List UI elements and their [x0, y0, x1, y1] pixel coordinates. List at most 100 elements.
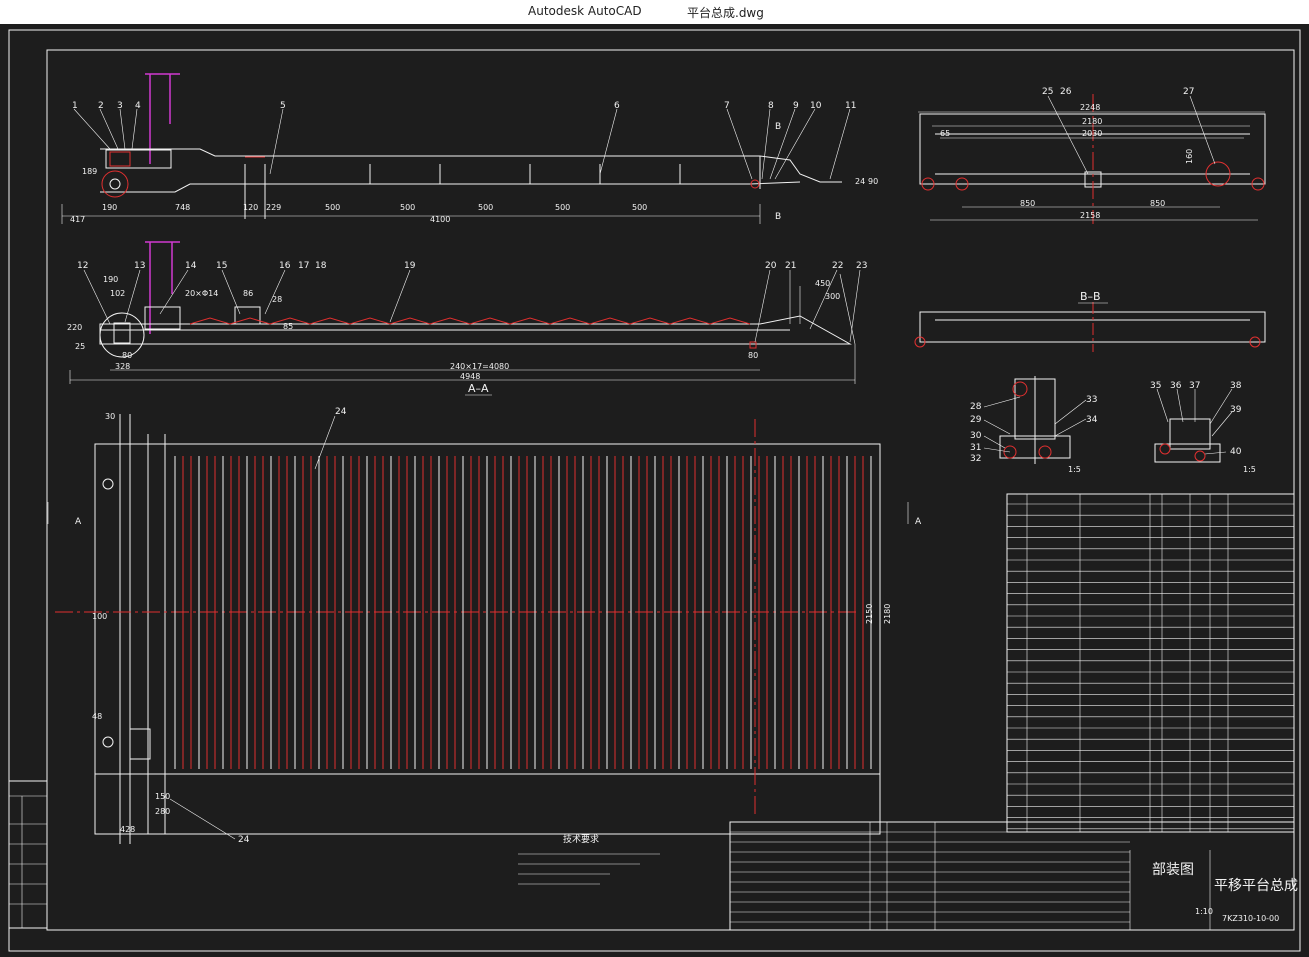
leader-30: 30 — [970, 431, 982, 441]
leader-37: 37 — [1189, 381, 1200, 391]
dim-190: 190 — [102, 203, 117, 212]
drawing-svg: 417 190 748 120 229 500 500 500 500 500 … — [8, 29, 1301, 952]
dim-80-right: 80 — [748, 351, 758, 360]
detail-scale-2: 1:5 — [1243, 465, 1256, 474]
dim-30: 30 — [105, 412, 115, 421]
dim-500-d: 500 — [555, 203, 570, 212]
dim-748: 748 — [175, 203, 190, 212]
leader-10: 10 — [810, 101, 822, 111]
dim-2180-side: 2180 — [1082, 117, 1102, 126]
leader-33: 33 — [1086, 395, 1097, 405]
leader-31: 31 — [970, 443, 981, 453]
section-mark-a-left: A — [75, 517, 82, 527]
leader-26: 26 — [1060, 87, 1072, 97]
section-mark-a-right: A — [915, 517, 922, 527]
section-mark-b-bottom: B — [775, 212, 781, 222]
dim-850-left: 850 — [1020, 199, 1035, 208]
leader-29: 29 — [970, 415, 982, 425]
section-aa-view: 190 102 20×Φ14 86 28 85 220 25 80 328 24… — [67, 241, 867, 396]
assembly-name: 平移平台总成 — [1214, 878, 1298, 894]
leader-7: 7 — [724, 101, 730, 111]
dim-2158: 2158 — [1080, 211, 1100, 220]
leader-19: 19 — [404, 261, 416, 271]
dim-4100: 4100 — [430, 215, 450, 224]
dim-240x17: 240×17=4080 — [450, 362, 509, 371]
dim-4948: 4948 — [460, 372, 480, 381]
dim-500-a: 500 — [325, 203, 340, 212]
dim-90: 90 — [868, 177, 878, 186]
dim-150: 150 — [155, 792, 170, 801]
detail-views: 28 29 30 31 32 33 34 35 36 37 38 39 40 1… — [970, 376, 1256, 474]
dim-48: 48 — [92, 712, 102, 721]
dim-65: 65 — [940, 129, 950, 138]
dim-102: 102 — [110, 289, 125, 298]
leader-5: 5 — [280, 101, 286, 111]
leader-27: 27 — [1183, 87, 1194, 97]
dim-2150: 2150 — [865, 604, 874, 624]
leader-21: 21 — [785, 261, 796, 271]
leader-28: 28 — [970, 402, 982, 412]
leader-40: 40 — [1230, 447, 1242, 457]
dim-2248: 2248 — [1080, 103, 1100, 112]
leader-34: 34 — [1086, 415, 1098, 425]
document-title: 平台总成.dwg — [687, 6, 764, 20]
leader-23: 23 — [856, 261, 867, 271]
title-block: 部装图 平移平台总成 7KZ310-10-00 1:10 — [729, 821, 1298, 931]
leader-35: 35 — [1150, 381, 1161, 391]
leader-36: 36 — [1170, 381, 1182, 391]
drawing-scale: 1:10 — [1195, 907, 1213, 916]
dim-280: 280 — [155, 807, 170, 816]
window-title-bar: Autodesk AutoCAD 平台总成.dwg — [0, 0, 1309, 25]
plan-view: A A 30 100 48 150 280 428 2150 2180 24 2… — [47, 407, 922, 845]
dim-28: 28 — [272, 295, 282, 304]
dim-500-e: 500 — [632, 203, 647, 212]
app-title: Autodesk AutoCAD — [528, 4, 642, 18]
drawing-canvas[interactable]: 417 190 748 120 229 500 500 500 500 500 … — [0, 24, 1309, 957]
leader-1: 1 — [72, 101, 78, 111]
leader-3: 3 — [117, 101, 123, 111]
sheet-name: 部装图 — [1152, 862, 1194, 878]
technical-requirements: 技术要求 — [518, 833, 660, 885]
leader-8: 8 — [768, 101, 774, 111]
leader-16: 16 — [279, 261, 291, 271]
leader-25: 25 — [1042, 87, 1053, 97]
dim-328: 328 — [115, 362, 130, 371]
dim-500-b: 500 — [400, 203, 415, 212]
top-elevation-view: 417 190 748 120 229 500 500 500 500 500 … — [61, 73, 878, 224]
parts-list-table — [1006, 493, 1295, 833]
leader-11: 11 — [845, 101, 856, 111]
dim-holes: 20×Φ14 — [185, 289, 218, 298]
leader-9: 9 — [793, 101, 799, 111]
dim-417: 417 — [70, 215, 85, 224]
dim-450: 450 — [815, 279, 830, 288]
revision-box — [8, 780, 48, 929]
leader-17: 17 — [298, 261, 309, 271]
drawing-number: 7KZ310-10-00 — [1222, 914, 1279, 923]
section-mark-b-top: B — [775, 122, 781, 132]
dim-220: 220 — [67, 323, 82, 332]
leader-6: 6 — [614, 101, 620, 111]
section-bb-title: B–B — [1080, 290, 1101, 303]
dim-25: 25 — [75, 342, 85, 351]
section-bb-view: B–B — [914, 290, 1266, 352]
leader-39: 39 — [1230, 405, 1242, 415]
leader-4: 4 — [135, 101, 141, 111]
dim-229: 229 — [266, 203, 281, 212]
dim-2180: 2180 — [883, 604, 892, 624]
leader-13: 13 — [134, 261, 145, 271]
dim-85: 85 — [283, 322, 293, 331]
leader-24-top: 24 — [335, 407, 347, 417]
leader-12: 12 — [77, 261, 88, 271]
dim-86: 86 — [243, 289, 253, 298]
side-view: 2248 2180 2030 65 160 850 850 2158 25 26… — [918, 87, 1266, 224]
leader-14: 14 — [185, 261, 197, 271]
leader-18: 18 — [315, 261, 327, 271]
leader-24-bottom: 24 — [238, 835, 250, 845]
leader-32: 32 — [970, 454, 981, 464]
section-aa-title: A–A — [468, 382, 489, 395]
leader-22: 22 — [832, 261, 843, 271]
tech-req-title: 技术要求 — [563, 833, 599, 845]
leader-20: 20 — [765, 261, 777, 271]
dim-120: 120 — [243, 203, 258, 212]
dim-2030: 2030 — [1082, 129, 1102, 138]
